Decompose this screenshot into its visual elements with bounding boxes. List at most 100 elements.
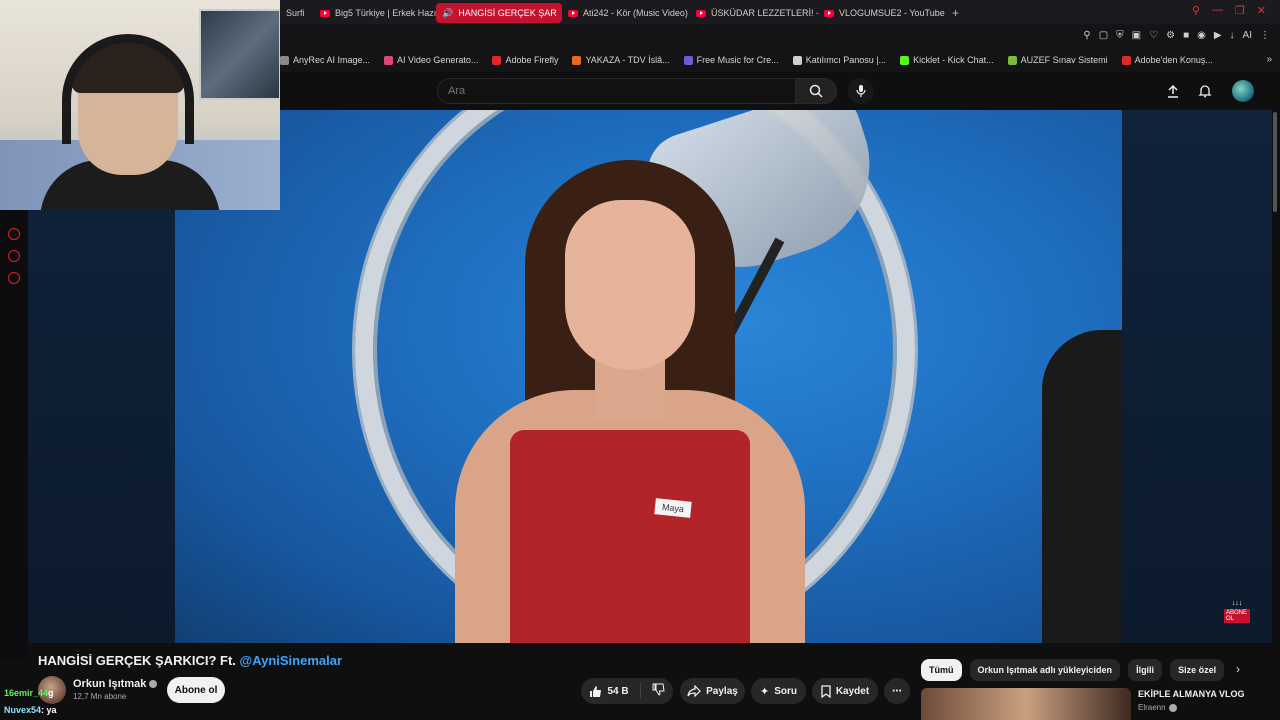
search-input[interactable] <box>437 78 795 104</box>
bookmark-label: AI Video Generato... <box>397 55 479 65</box>
restore-icon[interactable]: ❐ <box>1235 4 1245 17</box>
bookmark-label: AnyRec AI Image... <box>293 55 371 65</box>
bookmark-favicon-icon <box>683 55 693 65</box>
thumbs-up-icon <box>590 685 602 697</box>
chip-all[interactable]: Tümü <box>921 659 962 681</box>
bookmark-adobe-konus[interactable]: Adobe'den Konuş... <box>1121 55 1213 65</box>
mention-link[interactable]: @AyniSinemalar <box>240 653 343 668</box>
wall-poster <box>199 9 280 100</box>
sparkle-icon: ✦ <box>760 685 770 698</box>
upload-icon <box>1168 84 1178 98</box>
dislike-button[interactable] <box>652 683 665 699</box>
second-person-silhouette <box>1042 330 1122 643</box>
bookmark-favicon-icon <box>900 55 910 65</box>
tab-0[interactable]: Surfi <box>280 3 314 23</box>
speaker-icon: 🔊 <box>442 7 454 18</box>
video-title-text: HANGİSİ GERÇEK ŞARKICI? Ft. <box>38 653 240 668</box>
close-icon[interactable]: ✕ <box>1257 4 1266 17</box>
minimize-icon[interactable]: — <box>1212 4 1223 17</box>
bookmark-label: YAKAZA - TDV İslâ... <box>585 55 670 65</box>
chip-uploader[interactable]: Orkun Işıtmak adlı yükleyiciden <box>969 659 1121 681</box>
menu-icon[interactable]: ⋮ <box>1260 30 1270 41</box>
more-actions-button[interactable]: ⋯ <box>884 678 910 704</box>
webcam-overlay <box>0 0 280 210</box>
chat-text: g <box>48 688 54 698</box>
bookmark-anyrec[interactable]: AnyRec AI Image... <box>280 55 370 65</box>
tab-3[interactable]: Ati242 - Kör (Music Video) <box>562 3 690 23</box>
search-icon <box>809 84 823 98</box>
performer-face <box>565 200 695 370</box>
like-divider <box>639 683 641 699</box>
playlist-icon[interactable] <box>8 250 20 262</box>
microphone-icon <box>856 85 866 97</box>
chevron-right-icon[interactable]: › <box>1236 662 1240 676</box>
bookmark-free-music[interactable]: Free Music for Cre... <box>683 55 779 65</box>
bookmark-adobe-firefly[interactable]: Adobe Firefly <box>492 55 558 65</box>
chat-message: 16emir_44g <box>4 688 54 698</box>
share-button[interactable]: Paylaş <box>680 678 745 704</box>
window-controls: ⚲ — ❐ ✕ <box>1192 4 1266 17</box>
search-tabs-icon[interactable]: ⚲ <box>1192 4 1200 17</box>
youtube-icon <box>568 9 578 17</box>
bookmarks-bar: AnyRec AI Image... AI Video Generato... … <box>280 52 1213 68</box>
bookmarks-overflow-icon[interactable]: » <box>1266 54 1272 65</box>
account-avatar[interactable] <box>1232 80 1254 102</box>
search-button[interactable] <box>795 78 837 104</box>
chip-related[interactable]: İlgili <box>1128 659 1163 681</box>
left-sidebar-strip <box>0 210 28 660</box>
thumbs-down-icon <box>652 683 665 696</box>
bookmark-favicon-icon <box>1007 55 1017 65</box>
camera-icon[interactable]: ◉ <box>1197 30 1206 41</box>
bookmark-katilimci[interactable]: Katılımcı Panosu |... <box>792 55 886 65</box>
extension-icons: ⚲ ▢ ⛨ ▣ ♡ ⚙ ■ ◉ ▶ ↓ AI ⋮ <box>1083 30 1270 41</box>
ask-button[interactable]: ✦ Soru <box>751 678 806 704</box>
headset-graphic <box>62 34 194 144</box>
video-title: HANGİSİ GERÇEK ŞARKICI? Ft. @AyniSinemal… <box>38 653 342 668</box>
subscribe-button[interactable]: Abone ol <box>167 677 225 703</box>
tab-active[interactable]: 🔊 HANGİSİ GERÇEK ŞAR <box>436 3 562 23</box>
pin-icon[interactable]: ⚲ <box>1083 30 1090 41</box>
vpn-icon[interactable]: ▣ <box>1132 30 1141 41</box>
youtube-icon <box>824 9 834 17</box>
share-label: Paylaş <box>706 685 738 697</box>
recommendation-title[interactable]: EKİPLE ALMANYA VLOG <box>1138 689 1245 699</box>
page-scrollbar[interactable] <box>1273 112 1277 212</box>
more-icon: ⋯ <box>892 685 902 697</box>
bookmark-auzef[interactable]: AUZEF Sınav Sistemi <box>1007 55 1108 65</box>
settings-icon[interactable] <box>8 272 20 284</box>
bookmark-favicon-icon <box>572 55 582 65</box>
play-icon[interactable]: ▶ <box>1214 30 1222 41</box>
heart-icon[interactable]: ♡ <box>1149 30 1158 41</box>
download-icon[interactable]: ↓ <box>1230 30 1235 41</box>
chip-for-you[interactable]: Size özel <box>1170 659 1225 681</box>
profile-icon[interactable]: ■ <box>1183 30 1189 41</box>
verified-icon <box>1168 703 1177 712</box>
channel-name[interactable]: Orkun Işıtmak <box>73 678 158 690</box>
verified-icon <box>149 680 158 689</box>
tab-list: Surfi Big5 Türkiye | Erkek Hazır 🔊 HANGİS… <box>280 2 959 24</box>
tab-5[interactable]: VLOGUMSUE2 - YouTube <box>818 3 946 23</box>
recommendation-channel[interactable]: Elraenn <box>1138 703 1177 712</box>
voice-search-button[interactable] <box>848 78 874 104</box>
upload-button[interactable] <box>1163 81 1183 101</box>
crop-icon[interactable]: ▢ <box>1099 30 1108 41</box>
ai-icon[interactable]: AI <box>1243 30 1252 41</box>
bookmark-yakaza[interactable]: YAKAZA - TDV İslâ... <box>572 55 670 65</box>
notifications-button[interactable] <box>1195 81 1215 101</box>
recommendation-thumbnail[interactable] <box>921 688 1131 720</box>
tab-label: HANGİSİ GERÇEK ŞAR <box>458 8 557 18</box>
like-button[interactable]: 54 B <box>589 685 629 698</box>
tab-1[interactable]: Big5 Türkiye | Erkek Hazır <box>314 3 436 23</box>
save-button[interactable]: Kaydet <box>812 678 878 704</box>
bookmark-label: Adobe Firefly <box>505 55 559 65</box>
tab-4[interactable]: ÜSKÜDAR LEZZETLERİ! - Y <box>690 3 818 23</box>
puzzle-icon[interactable]: ⚙ <box>1166 30 1175 41</box>
history-icon[interactable] <box>8 228 20 240</box>
shield-icon[interactable]: ⛨ <box>1116 30 1124 41</box>
bookmark-label: Kicklet - Kick Chat... <box>913 55 994 65</box>
chat-user: 16emir_44 <box>4 688 49 698</box>
new-tab-button[interactable]: + <box>952 6 959 20</box>
bookmark-ai-video[interactable]: AI Video Generato... <box>384 55 478 65</box>
performer: Maya <box>445 160 815 643</box>
bookmark-kicklet[interactable]: Kicklet - Kick Chat... <box>900 55 994 65</box>
